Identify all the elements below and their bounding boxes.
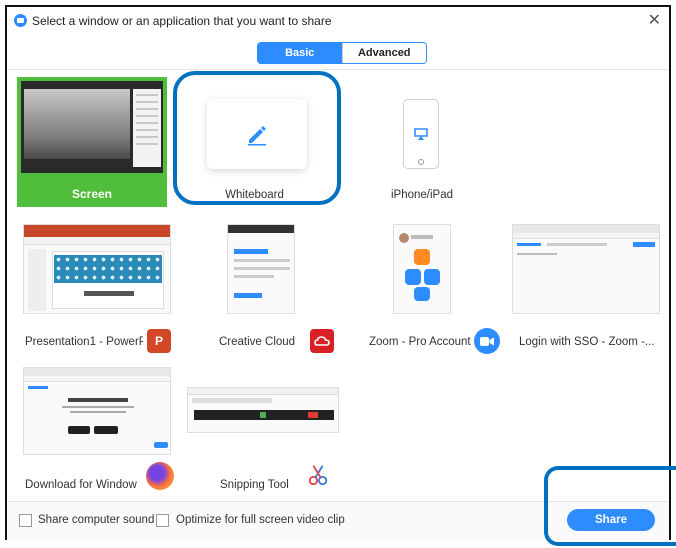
whiteboard-label: Whiteboard — [225, 189, 284, 201]
camera-glyph-icon — [480, 336, 494, 346]
window-option-creative-cloud[interactable]: Creative Cloud — [187, 219, 347, 353]
firefox-thumbnail — [23, 367, 171, 455]
tab-advanced[interactable]: Advanced — [341, 43, 426, 63]
dialog-title: Select a window or an application that y… — [32, 14, 332, 28]
bottom-bar: Share computer sound Optimize for full s… — [7, 501, 669, 540]
snipping-tool-icon — [306, 463, 330, 487]
window-option-snipping-tool[interactable]: Snipping Tool — [182, 362, 342, 492]
screen-preview — [21, 81, 163, 173]
creative-cloud-icon — [310, 329, 334, 353]
window-option-zoom[interactable]: Zoom - Pro Account — [347, 219, 507, 354]
sso-thumbnail — [512, 224, 660, 314]
screen-label: Screen — [71, 187, 113, 201]
optimize-video-checkbox[interactable] — [156, 514, 169, 527]
share-option-iphone[interactable]: iPhone/iPad — [347, 77, 497, 207]
window-caption: Download for Windows ... — [25, 479, 137, 491]
share-button[interactable]: Share — [567, 509, 655, 531]
tab-basic[interactable]: Basic — [258, 43, 342, 63]
share-option-whiteboard[interactable]: Whiteboard — [172, 77, 337, 207]
share-mode-tabs: Basic Advanced — [257, 42, 427, 64]
powerpoint-icon: P — [147, 329, 171, 353]
snipping-tool-thumbnail — [187, 387, 339, 433]
window-caption: Zoom - Pro Account — [369, 336, 471, 348]
window-caption: Login with SSO - Zoom -... — [519, 336, 655, 348]
optimize-video-label[interactable]: Optimize for full screen video clip — [176, 514, 345, 526]
pencil-icon — [248, 126, 266, 146]
home-button — [418, 159, 424, 165]
zoom-thumbnail — [393, 224, 451, 314]
divider — [7, 69, 669, 70]
zoom-logo-icon — [14, 14, 27, 27]
share-option-screen[interactable]: Screen — [17, 77, 167, 207]
share-screen-dialog: Select a window or an application that y… — [5, 5, 671, 540]
screen-preview-image — [24, 89, 130, 159]
cloud-glyph-icon — [314, 336, 330, 346]
window-option-sso-login[interactable]: Login with SSO - Zoom -... — [507, 219, 667, 349]
screen-preview-panel — [133, 89, 161, 167]
zoom-icon — [474, 328, 500, 354]
airplay-icon — [414, 128, 428, 140]
iphone-icon — [403, 99, 439, 169]
powerpoint-thumbnail — [23, 224, 171, 314]
whiteboard-card — [207, 99, 307, 169]
iphone-label: iPhone/iPad — [390, 189, 454, 201]
share-sound-checkbox[interactable] — [19, 514, 32, 527]
window-option-firefox[interactable]: Download for Windows ... — [17, 362, 177, 492]
window-option-powerpoint[interactable]: Presentation1 - PowerPoi P — [17, 219, 177, 353]
firefox-icon — [146, 462, 174, 490]
creative-cloud-thumbnail — [227, 224, 295, 314]
scissors-glyph-icon — [308, 465, 328, 486]
title-bar: Select a window or an application that y… — [7, 7, 669, 35]
close-icon[interactable]: ✕ — [648, 10, 661, 30]
share-sound-label[interactable]: Share computer sound — [38, 514, 154, 526]
window-caption: Presentation1 - PowerPoi — [25, 336, 143, 348]
